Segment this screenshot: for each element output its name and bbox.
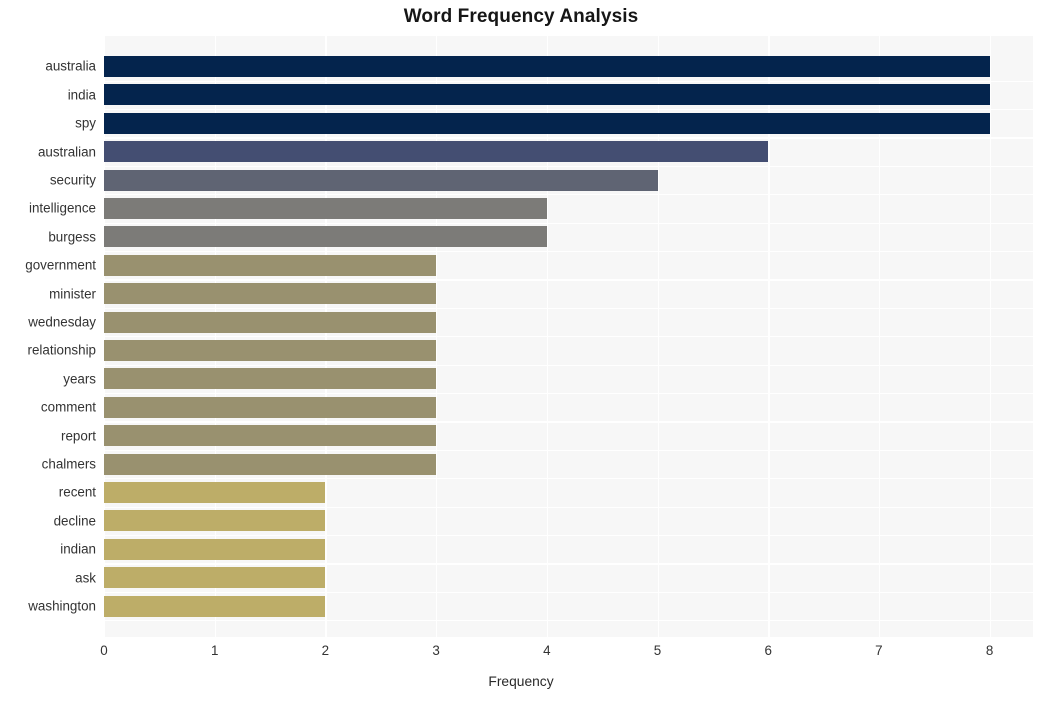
y-tick-label-relationship: relationship	[27, 342, 96, 358]
x-tick-label-5: 5	[653, 643, 662, 658]
gridline-horizontal	[104, 80, 1033, 82]
y-tick-label-government: government	[25, 257, 96, 273]
x-tick-label-0: 0	[100, 643, 108, 658]
bar-comment	[104, 396, 437, 418]
gridline-horizontal	[104, 364, 1033, 366]
y-tick-label-intelligence: intelligence	[29, 200, 96, 216]
x-tick-label-8: 8	[985, 643, 994, 658]
y-tick-label-wednesday: wednesday	[28, 314, 96, 330]
gridline-horizontal	[104, 194, 1033, 196]
bar-government	[104, 254, 437, 276]
gridline-horizontal	[104, 251, 1033, 253]
gridline-horizontal	[104, 222, 1033, 224]
bar-spy	[104, 112, 990, 134]
bar-recent	[104, 481, 326, 503]
y-tick-label-australian: australian	[37, 144, 96, 160]
y-tick-label-australia: australia	[45, 58, 96, 74]
gridline-horizontal	[104, 506, 1033, 508]
y-tick-label-minister: minister	[49, 286, 96, 302]
bar-minister	[104, 283, 437, 305]
y-tick-label-years: years	[63, 371, 96, 387]
gridline-horizontal	[104, 620, 1033, 622]
gridline-horizontal	[104, 307, 1033, 309]
bar-indian	[104, 538, 326, 560]
y-tick-label-chalmers: chalmers	[41, 456, 96, 472]
gridline-horizontal	[104, 108, 1033, 111]
plot-area	[104, 36, 1033, 637]
x-tick-label-1: 1	[210, 643, 219, 658]
x-axis: 0 1 2 3 4 5 6 7 8	[0, 640, 1042, 664]
bar-ask	[104, 567, 326, 589]
bar-chalmers	[104, 453, 437, 475]
gridline-horizontal	[104, 591, 1033, 594]
bar-years	[104, 368, 437, 390]
bar-relationship	[104, 339, 437, 361]
gridline-horizontal	[104, 279, 1033, 281]
y-tick-label-security: security	[49, 172, 96, 188]
word-frequency-chart-figure: Word Frequency Analysis australia india sp…	[0, 0, 1042, 701]
y-tick-label-report: report	[61, 428, 96, 444]
bar-australia	[104, 55, 990, 77]
x-tick-label-7: 7	[875, 643, 883, 658]
bar-intelligence	[104, 197, 547, 219]
x-tick-label-4: 4	[543, 643, 551, 658]
y-axis: australia india spy australian security intel…	[0, 36, 96, 637]
y-tick-label-washington: washington	[28, 598, 96, 614]
gridline-horizontal	[104, 535, 1033, 537]
gridline-horizontal	[104, 137, 1033, 139]
y-tick-label-recent: recent	[58, 484, 96, 500]
y-tick-label-comment: comment	[40, 399, 96, 415]
y-tick-label-indian: indian	[60, 541, 96, 557]
x-axis-title: Frequency	[488, 674, 554, 689]
chart-title: Word Frequency Analysis	[403, 6, 639, 27]
gridline-horizontal	[104, 165, 1033, 167]
y-tick-label-decline: decline	[53, 513, 96, 529]
gridline-horizontal	[104, 449, 1033, 451]
bar-australian	[104, 141, 769, 163]
bar-washington	[104, 595, 326, 617]
bar-security	[104, 169, 658, 191]
bar-wednesday	[104, 311, 437, 333]
bar-india	[104, 84, 990, 106]
y-tick-label-burgess: burgess	[48, 229, 96, 245]
bar-burgess	[104, 226, 547, 248]
gridline-horizontal	[104, 336, 1033, 338]
gridline-horizontal	[104, 393, 1033, 395]
bar-report	[104, 425, 437, 447]
y-tick-label-spy: spy	[75, 115, 96, 131]
gridline-horizontal	[104, 478, 1033, 480]
x-tick-label-3: 3	[432, 643, 440, 658]
x-tick-label-2: 2	[321, 643, 330, 658]
bar-decline	[104, 510, 326, 532]
y-tick-label-india: india	[67, 87, 96, 103]
gridline-horizontal	[104, 563, 1033, 565]
gridline-horizontal	[104, 421, 1033, 423]
y-tick-label-ask: ask	[75, 570, 96, 586]
x-tick-label-6: 6	[764, 643, 772, 658]
